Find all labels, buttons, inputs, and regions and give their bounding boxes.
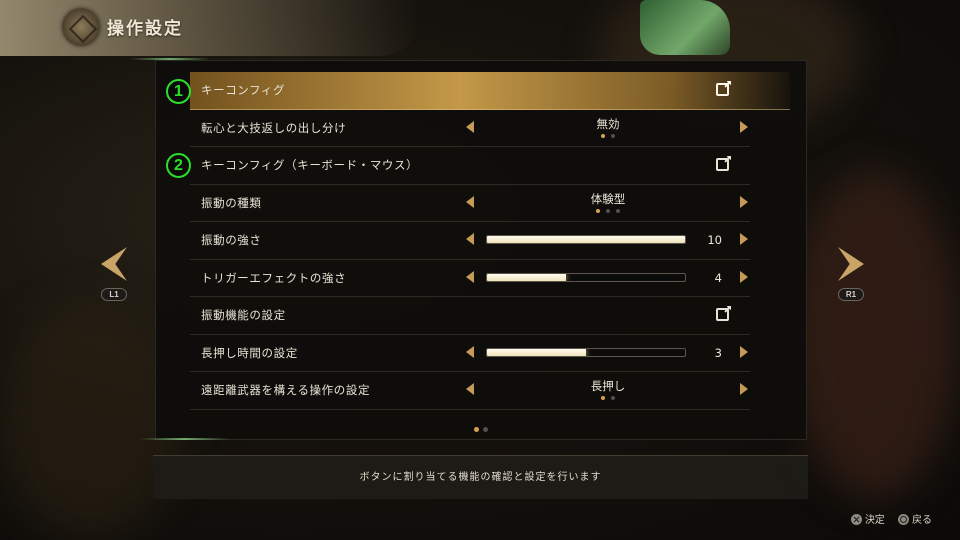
setting-key-config-keyboard[interactable]: キーコンフィグ（キーボード・マウス） [190,147,750,185]
background-shape [0,300,180,540]
setting-label: 振動の強さ [201,233,262,247]
page-title: 操作設定 [107,19,183,39]
panel-decoration [130,58,210,60]
confirm-label: 決定 [864,515,885,526]
setting-hold-duration[interactable]: 長押し時間の設定 3 [190,335,750,372]
slider-value: 3 [714,345,722,360]
background-shape [790,170,960,500]
setting-trigger-effect-strength[interactable]: トリガーエフェクトの強さ 4 [190,260,750,297]
cross-button-icon [850,514,862,525]
arrow-left-icon[interactable] [466,120,474,133]
menu-emblem-icon [62,8,100,46]
annotation-badge-2: 2 [166,153,191,178]
arrow-left-icon[interactable] [466,383,474,395]
setting-label: 遠距離武器を構える操作の設定 [201,383,371,397]
panel-decoration [140,438,230,440]
slider-fill [487,273,567,281]
l1-button-hint[interactable]: L1 [101,288,127,301]
arrow-left-icon[interactable] [466,195,474,208]
setting-label: 長押し時間の設定 [201,345,298,360]
slider-fill [487,236,685,243]
background-character [640,0,730,55]
arrow-left-icon[interactable] [466,233,474,245]
setting-vibration-type[interactable]: 振動の種類 体験型 [190,185,750,222]
setting-label: 振動の種類 [201,195,262,210]
arrow-right-icon[interactable] [740,233,748,245]
circle-button-icon [898,514,909,525]
option-value: 体験型 [590,191,626,206]
button-prompts: 決定 戻る [841,511,932,526]
slider-track[interactable] [486,272,686,282]
help-description: ボタンに割り当てる機能の確認と設定を行います [153,455,808,499]
setting-label: 転心と大技返しの出し分け [201,120,347,135]
back-prompt[interactable]: 戻る [898,514,932,526]
setting-ranged-weapon-aim[interactable]: 遠距離武器を構える操作の設定 長押し [190,372,750,410]
settings-list: キーコンフィグ 転心と大技返しの出し分け 無効 キーコンフィグ（キーボード・マウ… [190,72,790,410]
back-label: 戻る [912,515,932,526]
setting-label: トリガーエフェクトの強さ [201,270,347,285]
option-indicator [550,396,666,400]
option-indicator [550,133,666,138]
option-indicator [550,208,666,213]
page-dot [483,427,488,432]
option-value: 無効 [596,116,620,131]
arrow-right-icon[interactable] [740,120,748,133]
previous-tab-arrow-icon[interactable] [101,247,127,281]
option-value: 長押し [590,379,626,393]
slider-track[interactable] [486,347,686,357]
slider-value: 4 [714,270,722,285]
slider-track[interactable] [486,235,686,244]
setting-label: 振動機能の設定 [201,308,286,322]
setting-tenshin-toggle[interactable]: 転心と大技返しの出し分け 無効 [190,110,750,147]
setting-label: キーコンフィグ（キーボード・マウス） [201,158,419,172]
external-link-icon[interactable] [716,308,729,321]
setting-vibration-function[interactable]: 振動機能の設定 [190,297,750,335]
confirm-prompt[interactable]: 決定 [850,514,885,526]
setting-label: キーコンフィグ [201,83,286,97]
external-link-icon[interactable] [716,83,729,96]
arrow-right-icon[interactable] [740,270,748,283]
header: 操作設定 [0,0,420,56]
arrow-left-icon[interactable] [466,345,474,358]
slider-fill [487,348,586,356]
slider-value: 10 [707,233,722,247]
page-indicator [472,427,490,432]
page-dot-active [474,427,479,432]
external-link-icon[interactable] [716,158,729,171]
setting-vibration-strength[interactable]: 振動の強さ 10 [190,222,750,260]
arrow-right-icon[interactable] [740,195,748,208]
setting-key-config[interactable]: キーコンフィグ [190,72,790,110]
arrow-right-icon[interactable] [740,345,748,358]
annotation-badge-1: 1 [166,79,191,104]
arrow-left-icon[interactable] [466,270,474,283]
arrow-right-icon[interactable] [740,383,748,395]
r1-button-hint[interactable]: R1 [838,288,864,301]
